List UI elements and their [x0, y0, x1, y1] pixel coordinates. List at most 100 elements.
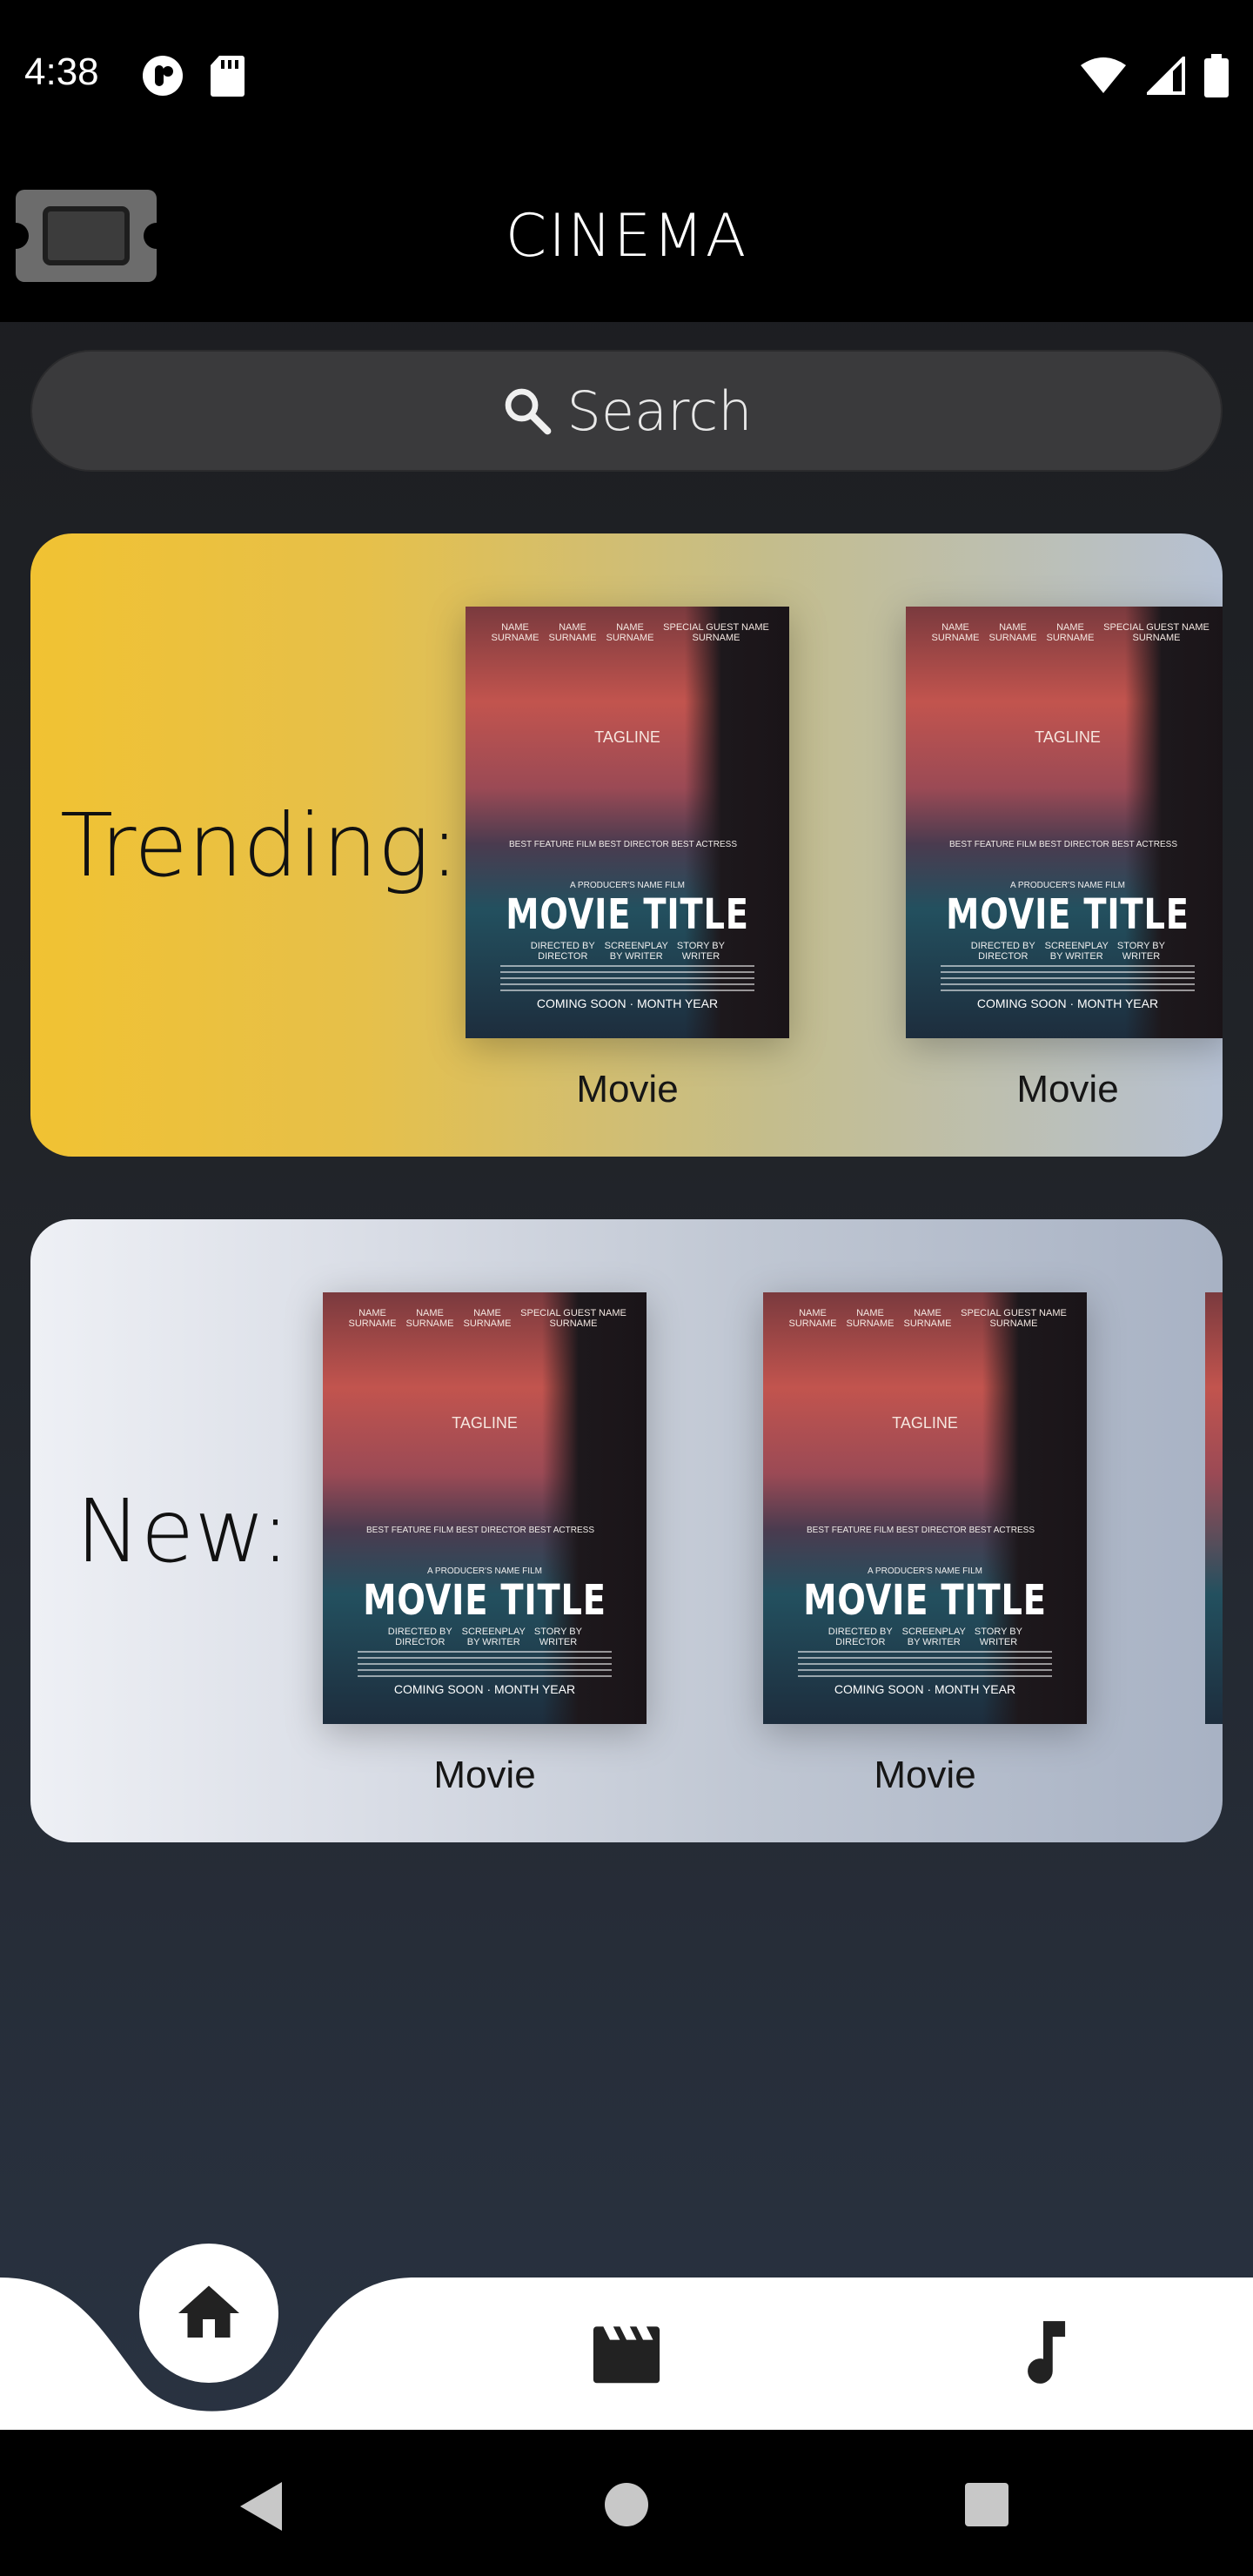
- sd-card-icon: [211, 56, 245, 97]
- poster-title: MOVIE TITLE: [363, 1576, 606, 1625]
- poster-crew-item: STORY BY WRITER: [1116, 941, 1165, 963]
- poster-awards: BEST FEATURE FILM BEST DIRECTOR BEST ACT…: [807, 1526, 1035, 1535]
- poster-credit: NAME SURNAME: [463, 1308, 512, 1330]
- poster-billing-block: [941, 965, 1195, 991]
- poster-billing-block: [798, 1651, 1052, 1677]
- poster-producer: A PRODUCER'S NAME FILM: [570, 881, 685, 890]
- poster-credit: NAME SURNAME: [348, 1308, 397, 1330]
- movie-card[interactable]: NAME SURNAME NAME SURNAME NAME SURNAME S…: [323, 1292, 647, 1797]
- battery-icon: [1204, 54, 1229, 97]
- poster-crew-item: DIRECTED BY DIRECTOR: [530, 941, 595, 963]
- poster-producer: A PRODUCER'S NAME FILM: [868, 1566, 982, 1576]
- poster-crew-item: DIRECTED BY DIRECTOR: [387, 1627, 452, 1648]
- poster-credits: NAME SURNAME NAME SURNAME NAME SURNAME S…: [486, 622, 774, 643]
- poster-award: BEST FEATURE FILM: [366, 1526, 454, 1535]
- movie-poster[interactable]: NAME SURNAME NAME SURNAME NAME SURNAME S…: [763, 1292, 1087, 1724]
- poster-credit: NAME SURNAME: [606, 622, 654, 644]
- poster-credit: SPECIAL GUEST NAME SURNAME: [1103, 622, 1209, 644]
- poster-crew-item: STORY BY WRITER: [676, 941, 725, 963]
- poster-award: BEST DIRECTOR: [896, 1526, 967, 1535]
- poster-release: COMING SOON · MONTH YEAR: [834, 1682, 1016, 1696]
- poster-crew-item: STORY BY WRITER: [533, 1627, 582, 1648]
- poster-award: BEST ACTRESS: [671, 840, 737, 849]
- home-icon: [178, 2285, 239, 2338]
- status-bar: 4:38: [0, 0, 1253, 148]
- poster-credit: NAME SURNAME: [491, 622, 539, 644]
- poster-credit: NAME SURNAME: [931, 622, 980, 644]
- poster-award: BEST DIRECTOR: [456, 1526, 526, 1535]
- poster-release: COMING SOON · MONTH YEAR: [393, 1682, 576, 1696]
- section-title-trending: Trending:: [60, 795, 459, 896]
- poster-awards: BEST FEATURE FILM BEST DIRECTOR BEST ACT…: [949, 840, 1177, 849]
- poster-billing-block: [500, 965, 754, 991]
- poster-award: BEST ACTRESS: [528, 1526, 594, 1535]
- movie-caption: Movie: [433, 1754, 536, 1796]
- poster-credit: NAME SURNAME: [405, 1308, 454, 1330]
- poster-awards: BEST FEATURE FILM BEST DIRECTOR BEST ACT…: [366, 1526, 594, 1535]
- poster-crew-item: DIRECTED BY DIRECTOR: [970, 941, 1035, 963]
- poster-award: BEST FEATURE FILM: [807, 1526, 895, 1535]
- poster-crew-item: SCREENPLAY BY WRITER: [461, 1627, 526, 1648]
- poster-award: BEST ACTRESS: [968, 1526, 1035, 1535]
- poster-crew: DIRECTED BY DIRECTOR SCREENPLAY BY WRITE…: [384, 1627, 586, 1647]
- poster-award: BEST FEATURE FILM: [949, 840, 1037, 849]
- poster-credit: SPECIAL GUEST NAME SURNAME: [961, 1308, 1067, 1330]
- poster-crew-item: STORY BY WRITER: [974, 1627, 1022, 1648]
- movie-card[interactable]: NAME SURNAME NAME SURNAME NAME SURNAME S…: [906, 607, 1223, 1111]
- poster-credits: NAME SURNAME NAME SURNAME NAME SURNAME S…: [344, 1308, 631, 1329]
- status-right-icons: [1079, 54, 1229, 97]
- poster-awards: BEST FEATURE FILM BEST DIRECTOR BEST ACT…: [509, 840, 737, 849]
- movie-caption: Movie: [874, 1754, 976, 1796]
- back-icon[interactable]: [237, 2480, 284, 2532]
- poster-producer: A PRODUCER'S NAME FILM: [427, 1566, 542, 1576]
- poster-title: MOVIE TITLE: [803, 1576, 1047, 1625]
- poster-billing-block: [358, 1651, 612, 1677]
- poster-credit: SPECIAL GUEST NAME SURNAME: [663, 622, 769, 644]
- search-input[interactable]: Search: [30, 350, 1223, 472]
- movie-poster-partial[interactable]: [1205, 1292, 1223, 1724]
- home-circle-icon[interactable]: [604, 2482, 649, 2527]
- system-navigation-bar: [0, 2430, 1253, 2576]
- poster-credits: NAME SURNAME NAME SURNAME NAME SURNAME S…: [784, 1308, 1071, 1329]
- movie-poster[interactable]: NAME SURNAME NAME SURNAME NAME SURNAME S…: [906, 607, 1223, 1038]
- poster-credit: SPECIAL GUEST NAME SURNAME: [520, 1308, 626, 1330]
- poster-tagline: TAGLINE: [452, 1414, 518, 1432]
- movie-poster[interactable]: NAME SURNAME NAME SURNAME NAME SURNAME S…: [466, 607, 789, 1038]
- poster-award: BEST ACTRESS: [1111, 840, 1177, 849]
- movie-card[interactable]: NAME SURNAME NAME SURNAME NAME SURNAME S…: [763, 1292, 1087, 1797]
- poster-credits: NAME SURNAME NAME SURNAME NAME SURNAME S…: [927, 622, 1214, 643]
- poster-credit: NAME SURNAME: [988, 622, 1037, 644]
- status-time: 4:38: [24, 50, 99, 93]
- status-left-icons: [141, 54, 245, 97]
- poster-producer: A PRODUCER'S NAME FILM: [1010, 881, 1125, 890]
- nav-home-button[interactable]: [139, 2244, 278, 2383]
- movie-caption: Movie: [1016, 1068, 1119, 1110]
- poster-crew-item: SCREENPLAY BY WRITER: [1044, 941, 1109, 963]
- trending-section: Trending: NAME SURNAME NAME SURNAME NAME…: [30, 533, 1223, 1157]
- new-section: New: NAME SURNAME NAME SURNAME NAME SURN…: [30, 1219, 1223, 1842]
- poster-tagline: TAGLINE: [1035, 728, 1101, 746]
- privacy-indicator-icon: [143, 56, 183, 96]
- poster-credit: NAME SURNAME: [903, 1308, 952, 1330]
- poster-tagline: TAGLINE: [594, 728, 660, 746]
- recents-square-icon[interactable]: [964, 2482, 1009, 2527]
- wifi-icon: [1081, 57, 1126, 93]
- poster-credit: NAME SURNAME: [1046, 622, 1095, 644]
- poster-title: MOVIE TITLE: [506, 890, 749, 939]
- poster-crew-item: SCREENPLAY BY WRITER: [901, 1627, 966, 1648]
- poster-credit: NAME SURNAME: [846, 1308, 895, 1330]
- poster-award: BEST DIRECTOR: [599, 840, 669, 849]
- poster-award: BEST DIRECTOR: [1039, 840, 1109, 849]
- poster-award: BEST FEATURE FILM: [509, 840, 597, 849]
- section-title-new: New:: [76, 1480, 291, 1582]
- poster-credit: NAME SURNAME: [548, 622, 597, 644]
- poster-crew: DIRECTED BY DIRECTOR SCREENPLAY BY WRITE…: [824, 1627, 1026, 1647]
- movie-clapper-icon[interactable]: [586, 2317, 667, 2386]
- movie-poster[interactable]: NAME SURNAME NAME SURNAME NAME SURNAME S…: [323, 1292, 647, 1724]
- app-bar: CINEMA: [0, 148, 1253, 322]
- poster-credit: NAME SURNAME: [788, 1308, 837, 1330]
- movie-card[interactable]: NAME SURNAME NAME SURNAME NAME SURNAME S…: [466, 607, 789, 1111]
- music-note-icon[interactable]: [1015, 2315, 1072, 2390]
- movie-caption: Movie: [576, 1068, 679, 1110]
- poster-release: COMING SOON · MONTH YEAR: [976, 996, 1159, 1010]
